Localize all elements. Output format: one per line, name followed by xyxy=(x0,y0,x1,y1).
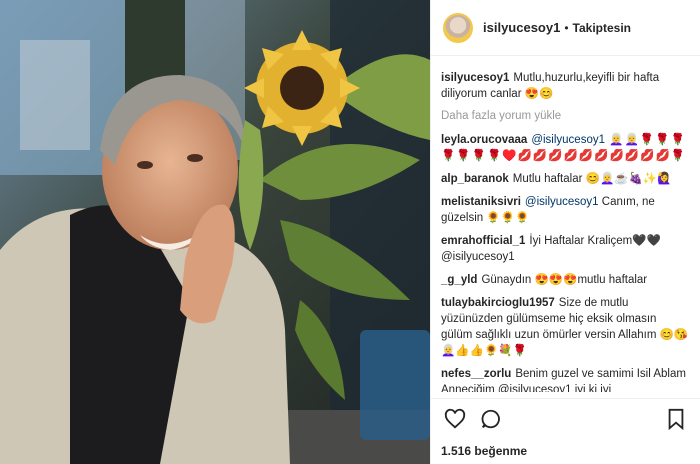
comment-item: alp_baranok Mutlu haftalar 😊👩‍🦳☕🍇✨🙋‍♀️ xyxy=(441,171,690,187)
comment-username[interactable]: tulaybakircioglu1957 xyxy=(441,297,555,309)
load-more-comments[interactable]: Daha fazla yorum yükle xyxy=(441,110,690,122)
comment-item: leyla.orucovaaa @isilyucesoy1 👩‍🦳👩‍🦳🌹🌹🌹🌹🌹… xyxy=(441,132,690,164)
comments-panel: isilyucesoy1 • Takiptesin isilyucesoy1 Mu… xyxy=(430,0,700,464)
bookmark-icon[interactable] xyxy=(662,405,690,433)
post-photo[interactable] xyxy=(0,0,430,464)
profile-username[interactable]: isilyucesoy1 xyxy=(483,20,560,35)
instagram-post: isilyucesoy1 • Takiptesin isilyucesoy1 Mu… xyxy=(0,0,700,464)
post-header: isilyucesoy1 • Takiptesin xyxy=(431,0,700,56)
comment-item: nefes__zorlu Benim guzel ve samimi Isil A… xyxy=(441,366,690,392)
comment-username[interactable]: emrahofficial_1 xyxy=(441,235,525,247)
comments-list: isilyucesoy1 Mutlu,huzurlu,keyifli bir ha… xyxy=(431,70,700,392)
comment-username[interactable]: nefes__zorlu xyxy=(441,368,511,380)
separator-dot: • xyxy=(564,20,569,35)
comment-username[interactable]: melistaniksivri xyxy=(441,196,521,208)
follow-status[interactable]: Takiptesin xyxy=(573,21,631,35)
comment-username[interactable]: leyla.orucovaaa xyxy=(441,134,527,146)
post-caption: isilyucesoy1 Mutlu,huzurlu,keyifli bir ha… xyxy=(441,70,690,102)
post-actions xyxy=(431,398,700,438)
like-heart-icon[interactable] xyxy=(441,405,469,433)
comment-bubble-icon[interactable] xyxy=(477,405,505,433)
photo-illustration xyxy=(0,0,430,464)
comment-item: emrahofficial_1 İyi Haftalar Kraliçem🖤🖤 @… xyxy=(441,233,690,265)
comment-username[interactable]: alp_baranok xyxy=(441,173,509,185)
comment-mention[interactable]: @isilyucesoy1 xyxy=(525,196,599,208)
caption-username[interactable]: isilyucesoy1 xyxy=(441,72,509,84)
comment-text: Günaydın 😍😍😍mutlu haftalar xyxy=(481,274,648,286)
comment-username[interactable]: _g_yld xyxy=(441,274,477,286)
comment-item: _g_yld Günaydın 😍😍😍mutlu haftalar xyxy=(441,272,690,288)
comment-item: tulaybakircioglu1957 Size de mutlu yüzünü… xyxy=(441,295,690,359)
avatar[interactable] xyxy=(443,12,473,43)
likes-count[interactable]: 1.516 beğenme xyxy=(441,444,527,458)
comment-item: melistaniksivri @isilyucesoy1 Canım, ne g… xyxy=(441,194,690,226)
comment-mention[interactable]: @isilyucesoy1 xyxy=(531,134,605,146)
comment-text: Mutlu haftalar 😊👩‍🦳☕🍇✨🙋‍♀️ xyxy=(512,173,672,185)
